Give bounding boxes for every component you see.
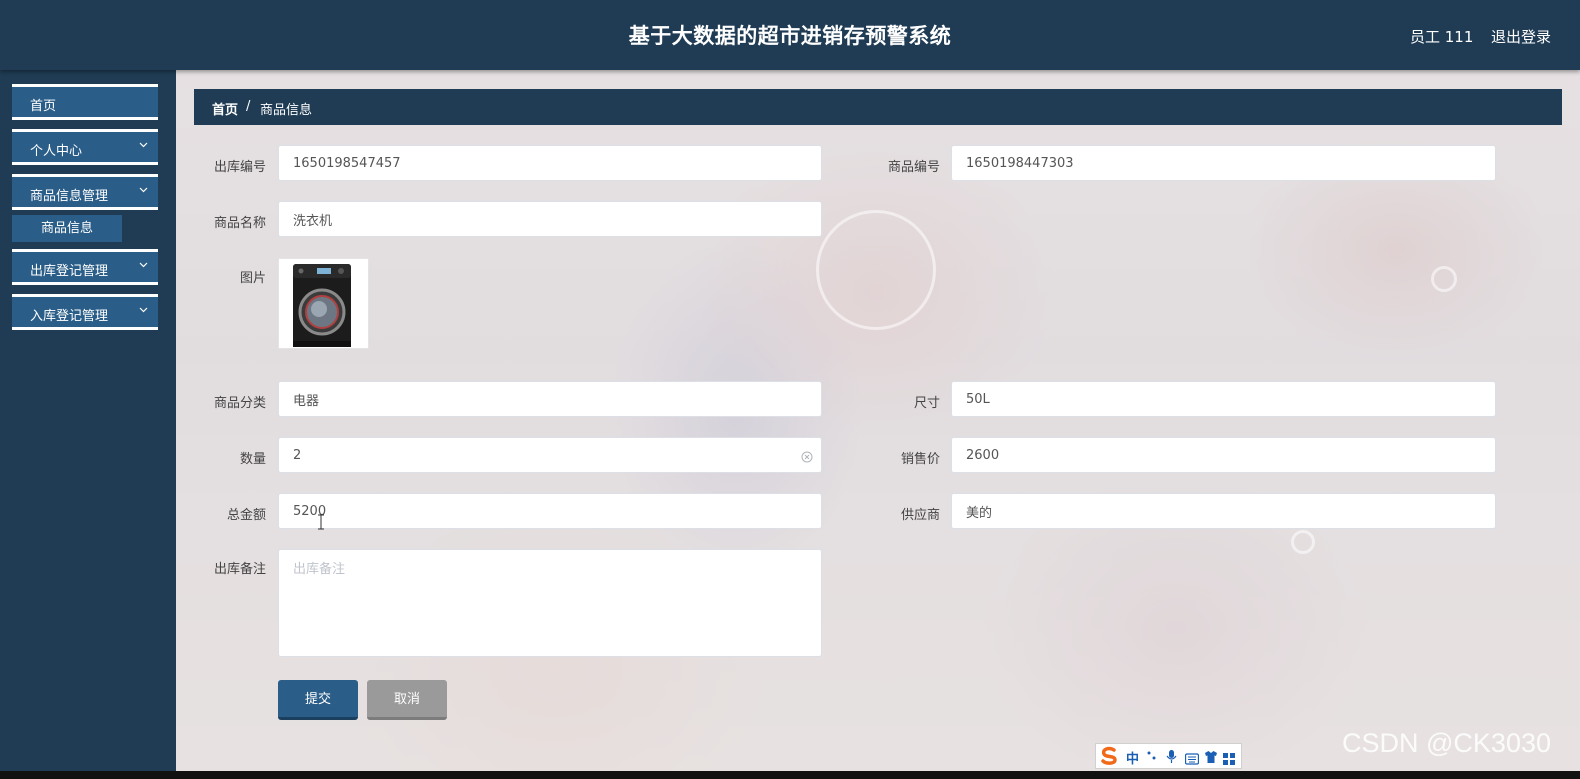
product-image[interactable] xyxy=(278,258,369,349)
supplier-label: 供应商 xyxy=(900,508,940,523)
quantity-input[interactable] xyxy=(278,437,822,473)
chevron-down-icon xyxy=(139,305,148,314)
size-label: 尺寸 xyxy=(913,396,940,411)
sogou-logo-icon[interactable] xyxy=(1099,746,1121,770)
price-input[interactable] xyxy=(951,437,1496,473)
background-decoration xyxy=(1291,530,1315,554)
sidebar-item-label: 出库登记管理 xyxy=(30,264,109,279)
total-input[interactable] xyxy=(278,493,822,529)
image-label: 图片 xyxy=(239,271,266,286)
sidebar-item-product-management[interactable]: 商品信息管理 xyxy=(12,174,158,210)
background-decoration xyxy=(816,210,936,330)
sidebar-item-personal-center[interactable]: 个人中心 xyxy=(12,129,158,165)
logout-link[interactable]: 退出登录 xyxy=(1491,26,1551,47)
sidebar-item-inbound-management[interactable]: 入库登记管理 xyxy=(12,294,158,330)
quantity-label: 数量 xyxy=(239,452,266,467)
out-no-label: 出库编号 xyxy=(213,160,266,175)
sidebar-item-label: 首页 xyxy=(30,99,57,114)
breadcrumb-current: 商品信息 xyxy=(260,103,313,118)
category-input[interactable] xyxy=(278,381,822,417)
ime-mode-indicator[interactable]: 中 xyxy=(1126,748,1139,767)
sidebar-item-outbound-management[interactable]: 出库登记管理 xyxy=(12,249,158,285)
ime-toolbar: 中 xyxy=(1095,743,1242,769)
breadcrumb: 首页 / 商品信息 xyxy=(194,89,1562,125)
chevron-down-icon xyxy=(139,140,148,149)
bottom-edge xyxy=(0,771,1580,779)
remark-label: 出库备注 xyxy=(213,562,266,577)
punctuation-icon[interactable] xyxy=(1146,748,1158,767)
toolbox-icon[interactable] xyxy=(1223,750,1235,769)
price-label: 销售价 xyxy=(900,452,940,467)
product-name-input[interactable] xyxy=(278,201,822,237)
sidebar-item-label: 入库登记管理 xyxy=(30,309,109,324)
product-no-input[interactable] xyxy=(951,145,1496,181)
cancel-button[interactable]: 取消 xyxy=(367,680,447,720)
category-label: 商品分类 xyxy=(213,396,266,411)
breadcrumb-separator: / xyxy=(246,99,251,114)
watermark: CSDN @CK3030 xyxy=(1342,728,1551,758)
sidebar: 首页 个人中心 商品信息管理 商品信息 出库登记管理 入库登记管理 xyxy=(0,70,176,779)
sidebar-item-label: 个人中心 xyxy=(30,144,83,159)
main-content: 首页 / 商品信息 出库编号 商品编号 商品名称 图片 商品分类 尺寸 数量 销… xyxy=(176,70,1580,771)
submit-button[interactable]: 提交 xyxy=(278,680,358,720)
keyboard-icon[interactable] xyxy=(1184,750,1200,769)
out-no-input[interactable] xyxy=(278,145,822,181)
current-user: 员工 111 xyxy=(1410,28,1474,46)
clear-icon[interactable] xyxy=(801,448,813,463)
top-header: 基于大数据的超市进销存预警系统 员工 111 退出登录 xyxy=(0,0,1580,70)
chevron-down-icon xyxy=(139,185,148,194)
breadcrumb-home[interactable]: 首页 xyxy=(212,99,238,118)
sidebar-subitem-product-info[interactable]: 商品信息 xyxy=(12,215,122,242)
sidebar-item-home[interactable]: 首页 xyxy=(12,84,158,120)
product-no-label: 商品编号 xyxy=(887,160,940,175)
size-input[interactable] xyxy=(951,381,1496,417)
total-label: 总金额 xyxy=(226,508,266,523)
supplier-input[interactable] xyxy=(951,493,1496,529)
sidebar-item-label: 商品信息管理 xyxy=(30,189,109,204)
microphone-icon[interactable] xyxy=(1166,749,1177,768)
remark-textarea[interactable] xyxy=(278,549,822,657)
app-title: 基于大数据的超市进销存预警系统 xyxy=(628,24,952,48)
product-name-label: 商品名称 xyxy=(213,216,266,231)
text-cursor-icon xyxy=(318,514,324,530)
chevron-down-icon xyxy=(139,260,148,269)
skin-icon[interactable] xyxy=(1204,749,1218,768)
background-decoration xyxy=(1431,266,1457,292)
washing-machine-image xyxy=(293,264,351,347)
